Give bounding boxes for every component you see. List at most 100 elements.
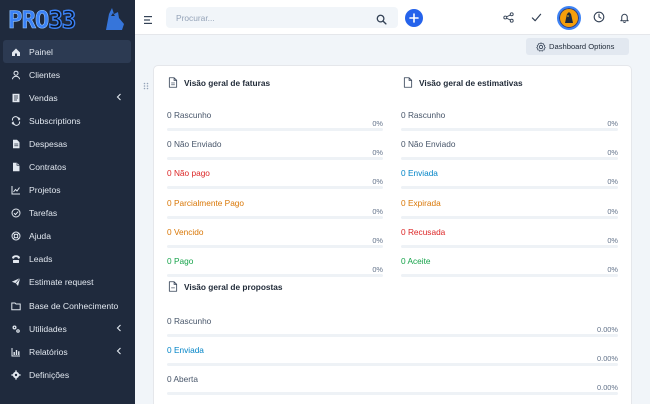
status-name: Aceite <box>407 256 431 266</box>
sidebar-item-estimate-request[interactable]: Estimate request <box>0 271 135 294</box>
invoices-overview-title: Visão geral de faturas <box>168 77 270 88</box>
document-icon <box>403 77 413 88</box>
sidebar-item-projetos[interactable]: Projetos <box>0 179 135 202</box>
status-label: 0 Rascunho <box>167 316 211 326</box>
chevron-left-icon[interactable] <box>115 347 123 355</box>
invoices-status-row[interactable]: 0 Não pago 0% <box>167 168 383 190</box>
status-name: Rascunho <box>173 110 212 120</box>
dashboard-options-label: Dashboard Options <box>549 42 615 51</box>
chevron-left-icon[interactable] <box>115 93 123 101</box>
sidebar-item-clientes[interactable]: Clientes <box>0 63 135 86</box>
progress-bar <box>167 334 618 337</box>
bar-chart-icon <box>10 346 22 358</box>
sidebar-item-contratos[interactable]: Contratos <box>0 155 135 178</box>
proposals-status-row[interactable]: 0 Rascunho 0.00% <box>167 316 618 337</box>
status-name: Recusada <box>407 226 446 237</box>
status-percent: 0% <box>372 148 383 158</box>
status-name: Enviada <box>407 168 438 179</box>
status-label: 0 Não Enviado <box>167 139 221 149</box>
status-label: 0 Enviada <box>401 168 438 178</box>
invoices-status-row[interactable]: 0 Parcialmente Pago 0% <box>167 197 383 219</box>
check-icon[interactable] <box>529 10 543 24</box>
sidebar-nav: Painel Clientes Vendas Subscriptions Despesa… <box>0 40 135 386</box>
invoices-status-row[interactable]: 0 Não Enviado 0% <box>167 139 383 161</box>
sidebar-item-label: Despesas <box>29 138 68 149</box>
dashboard-options-button[interactable]: Dashboard Options <box>526 38 629 55</box>
status-label: 0 Expirada <box>401 198 441 208</box>
status-count: 0 <box>167 316 172 326</box>
status-count: 0 <box>167 345 172 356</box>
contract-icon <box>10 161 22 173</box>
sidebar-item-label: Estimate request <box>29 277 94 288</box>
sidebar-item-utilidades[interactable]: Utilidades <box>0 317 135 340</box>
status-label: 0 Não Enviado <box>401 139 455 149</box>
search-input[interactable] <box>166 7 366 28</box>
sidebar-item-label: Leads <box>29 254 53 265</box>
proposals-status-row[interactable]: 0 Aberta 0.00% <box>167 374 618 396</box>
menu-toggle-icon[interactable] <box>144 12 154 24</box>
clock-icon[interactable] <box>592 10 606 24</box>
repeat-icon <box>10 115 22 127</box>
status-name: Parcialmente Pago <box>173 197 245 208</box>
bell-icon[interactable] <box>617 10 631 24</box>
estimates-status-row[interactable]: 0 Recusada 0% <box>401 226 618 248</box>
sidebar-item-label: Subscriptions <box>29 115 81 126</box>
progress-bar <box>401 128 618 131</box>
sidebar-item-tarefas[interactable]: Tarefas <box>0 202 135 225</box>
sidebar-item-base-de-conhecimento[interactable]: Base de Conhecimento <box>0 294 135 317</box>
brand-logo[interactable]: PRO33 <box>6 4 128 34</box>
proposals-overview-title: Visão geral de propostas <box>168 281 283 292</box>
estimates-status-row[interactable]: 0 Rascunho 0% <box>401 110 618 131</box>
status-name: Não Enviado <box>407 139 456 150</box>
estimates-status-row[interactable]: 0 Não Enviado 0% <box>401 139 618 161</box>
sidebar-item-defini-es[interactable]: Definições <box>0 363 135 386</box>
sidebar-item-label: Ajuda <box>29 231 51 242</box>
status-name: Vencido <box>173 226 204 237</box>
invoices-status-row[interactable]: 0 Vencido 0% <box>167 226 383 248</box>
sidebar-item-despesas[interactable]: Despesas <box>0 132 135 155</box>
status-percent: 0% <box>372 235 383 245</box>
estimates-status-row[interactable]: 0 Aceite 0% <box>401 256 618 277</box>
home-icon <box>10 46 22 58</box>
invoices-status-row[interactable]: 0 Rascunho 0% <box>167 110 383 131</box>
progress-bar <box>401 274 618 277</box>
status-count: 0 <box>167 139 172 150</box>
sidebar-item-vendas[interactable]: Vendas <box>0 86 135 109</box>
share-icon[interactable] <box>501 10 515 24</box>
status-count: 0 <box>401 110 406 120</box>
folder-icon <box>10 300 22 312</box>
estimates-status-row[interactable]: 0 Enviada 0% <box>401 168 618 190</box>
drag-handle-icon[interactable] <box>143 77 149 90</box>
quick-add-button[interactable] <box>405 9 423 27</box>
search-box <box>166 7 398 28</box>
progress-bar <box>401 186 618 190</box>
sidebar-item-label: Base de Conhecimento <box>29 300 119 311</box>
avatar-image <box>559 8 579 28</box>
sidebar-item-ajuda[interactable]: Ajuda <box>0 225 135 248</box>
status-label: 0 Rascunho <box>167 110 211 120</box>
status-percent: 0.00% <box>597 354 618 364</box>
search-icon[interactable] <box>376 12 387 25</box>
user-avatar[interactable] <box>557 6 581 30</box>
sidebar-item-label: Clientes <box>29 69 61 80</box>
sidebar-item-subscriptions[interactable]: Subscriptions <box>0 109 135 132</box>
chevron-left-icon[interactable] <box>115 324 123 332</box>
chart-icon <box>10 184 22 196</box>
progress-bar <box>167 186 383 190</box>
progress-bar <box>167 244 383 248</box>
status-count: 0 <box>401 256 406 266</box>
estimates-status-row[interactable]: 0 Expirada 0% <box>401 198 618 219</box>
sidebar-item-painel[interactable]: Painel <box>3 40 131 64</box>
progress-bar <box>401 157 618 161</box>
progress-bar <box>401 215 618 219</box>
sidebar-item-relat-rios[interactable]: Relatórios <box>0 340 135 363</box>
status-count: 0 <box>401 226 406 237</box>
sidebar-item-leads[interactable]: Leads <box>0 248 135 271</box>
top-header <box>135 0 650 35</box>
status-percent: 0% <box>372 177 383 187</box>
status-percent: 0.00% <box>597 383 618 393</box>
proposals-status-row[interactable]: 0 Enviada 0.00% <box>167 345 618 367</box>
receipt-icon <box>10 92 22 104</box>
invoices-status-row[interactable]: 0 Pago 0% <box>167 256 383 277</box>
document-icon <box>168 77 178 88</box>
